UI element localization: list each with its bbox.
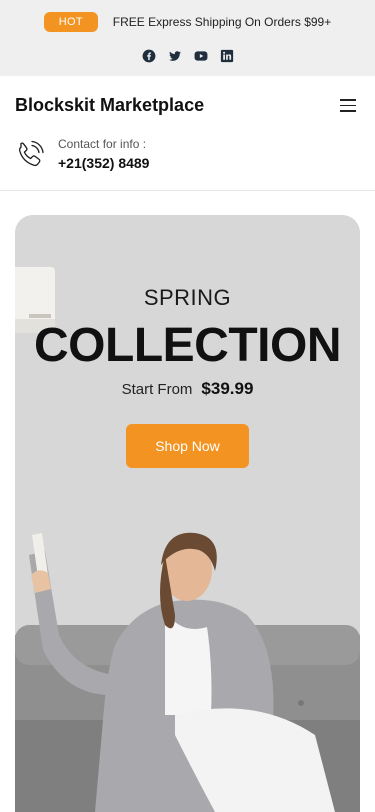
twitter-icon[interactable] xyxy=(168,49,182,63)
youtube-icon[interactable] xyxy=(194,49,208,63)
contact-phone-number[interactable]: +21(352) 8489 xyxy=(58,155,149,171)
promo-text: FREE Express Shipping On Orders $99+ xyxy=(112,15,332,29)
brand-logo-text[interactable]: Blockskit Marketplace xyxy=(15,95,204,116)
hero-title: COLLECTION xyxy=(34,319,341,372)
contact-label: Contact for info : xyxy=(58,137,147,151)
hero-price-row: Start From $39.99 xyxy=(15,379,360,399)
price-label: Start From xyxy=(121,381,193,398)
hamburger-menu-icon[interactable] xyxy=(340,99,356,113)
shop-now-button[interactable]: Shop Now xyxy=(126,424,249,468)
top-bar: HOT FREE Express Shipping On Orders $99+ xyxy=(0,0,375,76)
facebook-icon[interactable] xyxy=(142,49,156,63)
hot-badge: HOT xyxy=(43,12,98,32)
phone-icon xyxy=(19,140,44,167)
promo-row: HOT FREE Express Shipping On Orders $99+ xyxy=(0,12,375,32)
hero-subtitle: SPRING xyxy=(143,285,232,310)
site-header: Blockskit Marketplace Contact for info :… xyxy=(0,76,375,191)
hero-banner: SPRING COLLECTION Start From $39.99 Shop… xyxy=(15,215,360,812)
price-value: $39.99 xyxy=(201,379,254,398)
social-links xyxy=(0,47,375,65)
linkedin-icon[interactable] xyxy=(220,49,234,63)
